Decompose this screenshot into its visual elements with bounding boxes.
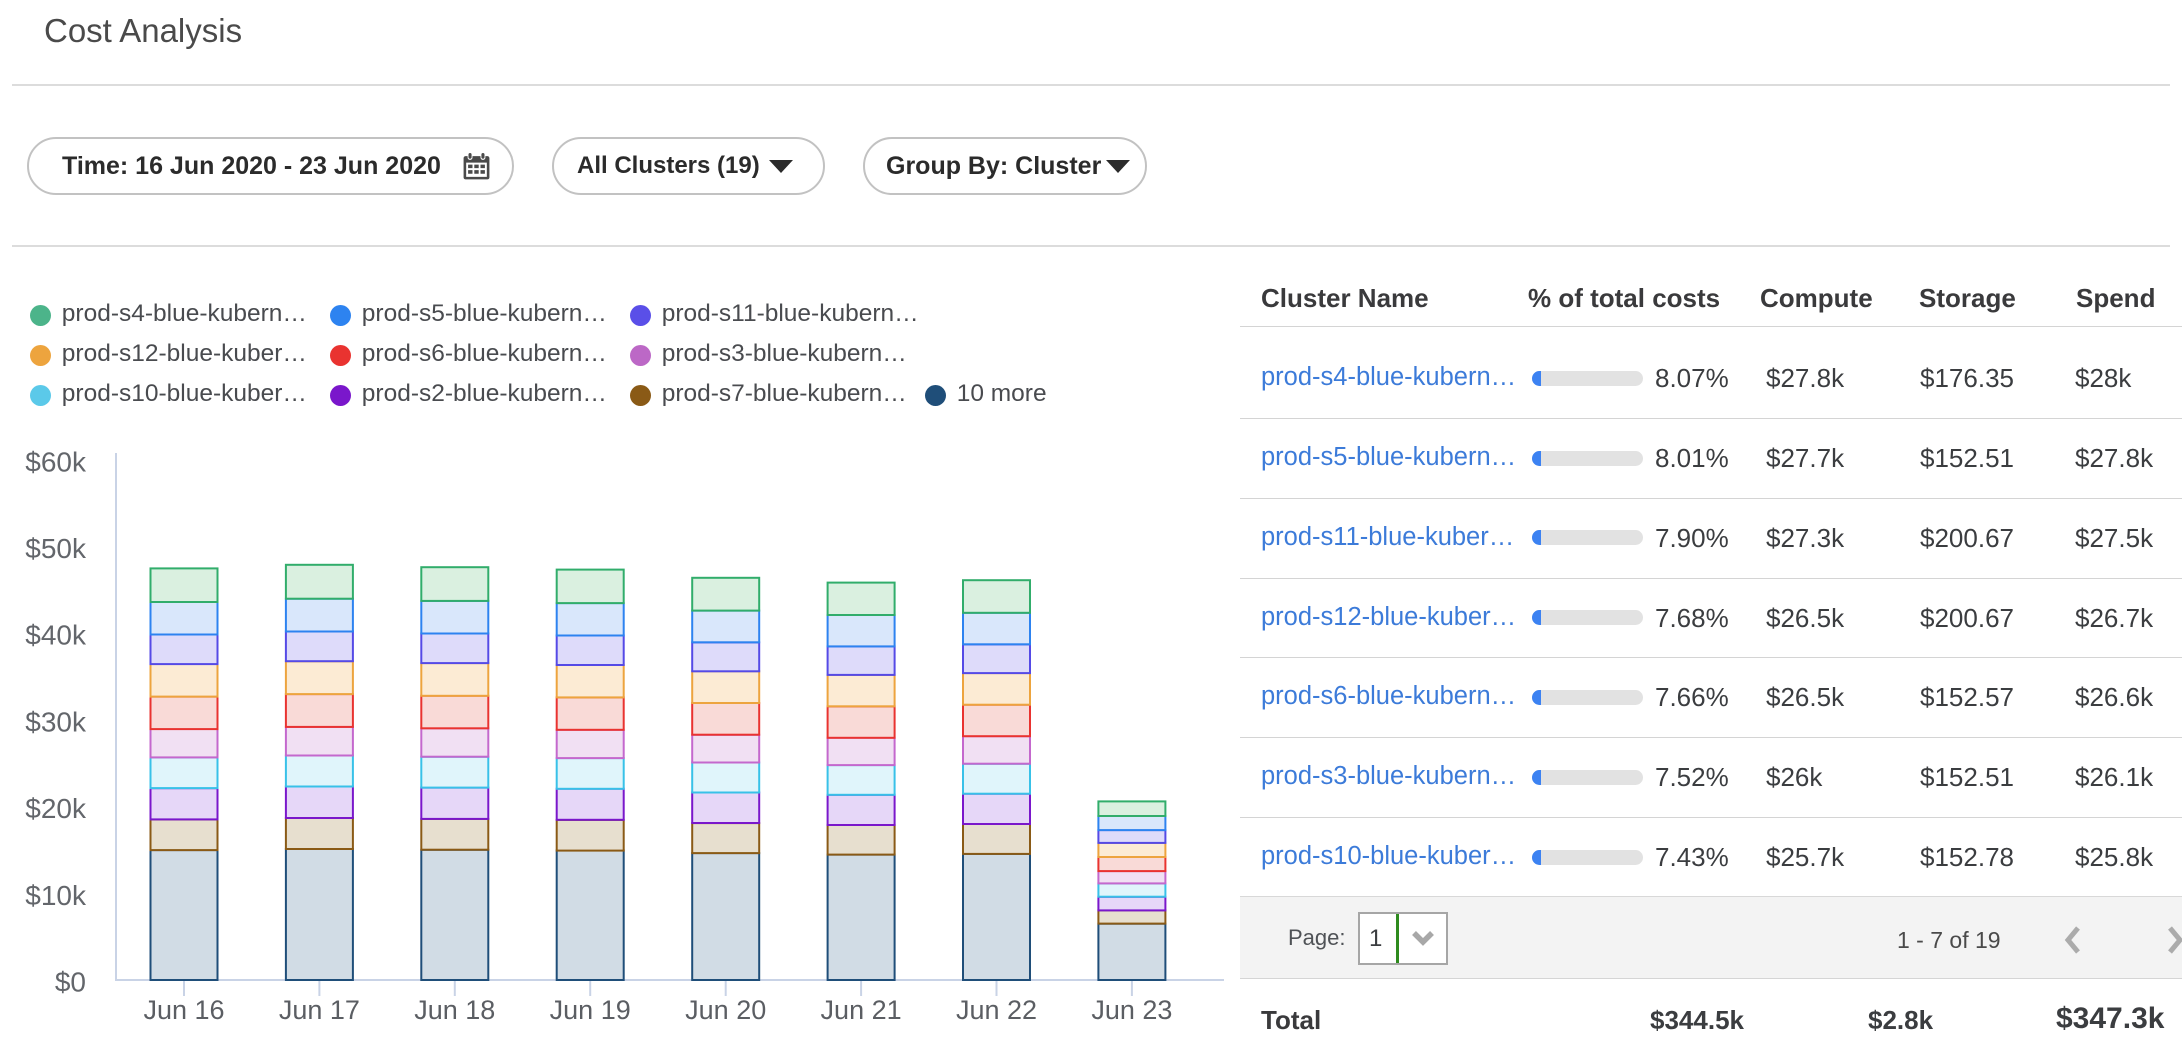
svg-text:Jun 16: Jun 16 xyxy=(143,995,224,1025)
svg-text:$10k: $10k xyxy=(25,880,87,911)
svg-text:$40k: $40k xyxy=(25,620,87,651)
svg-text:$60k: $60k xyxy=(25,446,87,477)
svg-text:Jun 19: Jun 19 xyxy=(550,995,631,1025)
svg-text:$30k: $30k xyxy=(25,706,87,737)
svg-text:Jun 17: Jun 17 xyxy=(279,995,360,1025)
svg-text:$20k: $20k xyxy=(25,793,87,824)
svg-text:Jun 21: Jun 21 xyxy=(821,995,902,1025)
svg-text:Jun 23: Jun 23 xyxy=(1091,995,1172,1025)
svg-text:Jun 18: Jun 18 xyxy=(414,995,495,1025)
svg-text:$50k: $50k xyxy=(25,533,87,564)
svg-text:Jun 22: Jun 22 xyxy=(956,995,1037,1025)
svg-text:$0: $0 xyxy=(55,967,86,998)
svg-text:Jun 20: Jun 20 xyxy=(685,995,766,1025)
